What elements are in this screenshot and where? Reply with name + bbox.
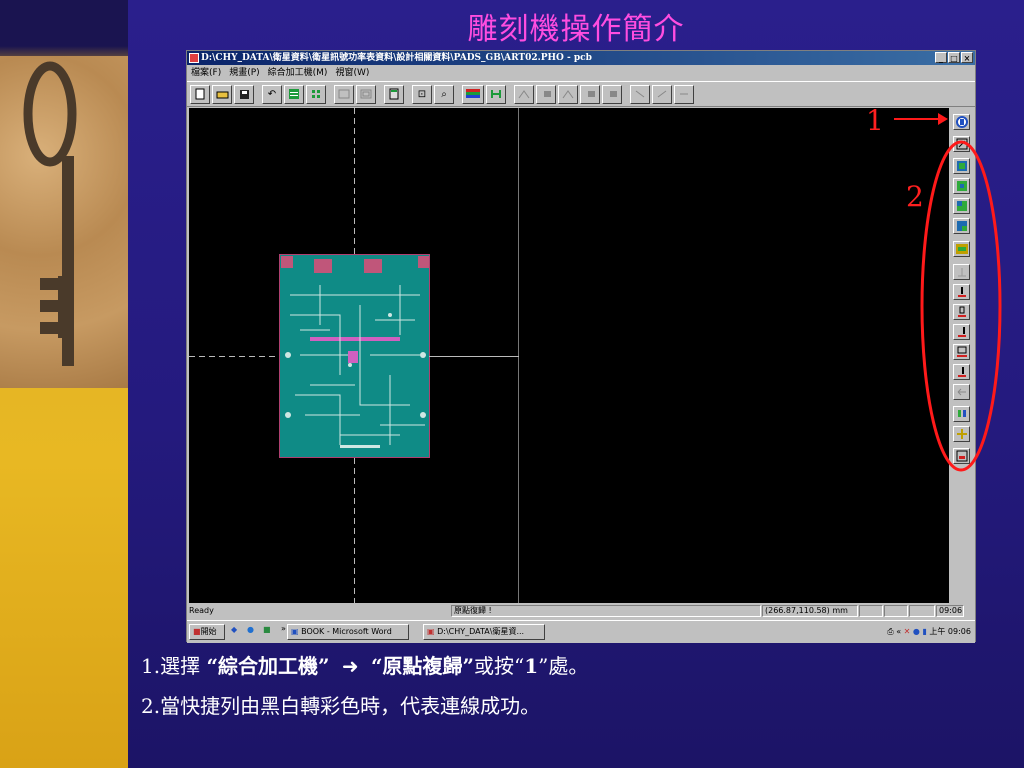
tool-a-icon[interactable]: [514, 84, 534, 104]
status-empty-2: [884, 605, 908, 617]
status-empty-3: [909, 605, 935, 617]
quicklaunch-icon-2[interactable]: ●: [247, 625, 254, 634]
caption-line-2: 2.當快捷列由黑白轉彩色時，代表連線成功。: [141, 694, 541, 718]
tool-f-icon[interactable]: [630, 84, 650, 104]
menu-file[interactable]: 檔案(F): [191, 66, 221, 80]
status-message: 原點復歸 !: [451, 605, 761, 617]
volume-icon[interactable]: ▮: [922, 627, 926, 636]
menu-plan[interactable]: 規畫(P): [229, 66, 259, 80]
clock: 上午 09:06: [929, 627, 971, 636]
status-time: 09:06: [936, 605, 964, 617]
main-toolbar: ↶ ⊡ ⌕: [187, 81, 975, 107]
taskbar: ■開始 ◆ ● ■ » ▣ BOOK - Microsoft Word ▣ D:…: [187, 620, 975, 643]
layers-icon[interactable]: [284, 84, 304, 104]
slide-title: 雕刻機操作簡介: [467, 12, 685, 47]
task-word-label: BOOK - Microsoft Word: [301, 627, 392, 636]
frame-icon[interactable]: [334, 84, 354, 104]
start-label: 開始: [200, 627, 217, 636]
measure-icon[interactable]: [486, 84, 506, 104]
caption-term-2: “原點複歸”: [370, 654, 474, 678]
marker-1-arrow: [894, 113, 948, 125]
tool-e-icon[interactable]: [602, 84, 622, 104]
key-photo: [0, 56, 128, 388]
calculator-icon[interactable]: [384, 84, 404, 104]
caption-key: 1: [524, 654, 539, 678]
grid-icon[interactable]: [306, 84, 326, 104]
open-folder-icon[interactable]: [212, 84, 232, 104]
security-icon[interactable]: ●: [913, 627, 920, 636]
quicklaunch-icon-3[interactable]: ■: [263, 625, 271, 634]
window-titlebar: D:\CHY_DATA\衛星資料\衛星訊號功率表資料\設計相關資料\PADS_G…: [187, 51, 975, 65]
system-tray: ⎙ « ✕ ● ▮ 上午 09:06: [887, 624, 971, 640]
caption-arrow: ➜: [341, 654, 359, 678]
menu-window[interactable]: 視窗(W): [335, 66, 369, 80]
app-icon: [189, 53, 199, 63]
undo-icon[interactable]: ↶: [262, 84, 282, 104]
zoom-area-icon[interactable]: ⊡: [412, 84, 432, 104]
pcb-board[interactable]: [279, 254, 430, 458]
caption-middle: 或按“: [473, 654, 525, 678]
minimize-button[interactable]: _: [935, 52, 947, 63]
tool-b-icon[interactable]: [536, 84, 556, 104]
quick-toolbar-highlight-ring: [920, 140, 1002, 472]
save-icon[interactable]: [234, 84, 254, 104]
caption-line-1: 1.選擇 “綜合加工機” ➜ “原點複歸”或按“1”處。: [141, 650, 588, 679]
task-pcb-label: D:\CHY_DATA\衛星資...: [437, 627, 525, 636]
frame-inner-icon[interactable]: [356, 84, 376, 104]
start-button[interactable]: ■開始: [189, 624, 225, 640]
menu-bar: 檔案(F) 規畫(P) 綜合加工機(M) 視窗(W): [187, 66, 975, 80]
taskbar-chevron[interactable]: »: [281, 624, 286, 633]
tool-c-icon[interactable]: [558, 84, 578, 104]
task-pcb[interactable]: ▣ D:\CHY_DATA\衛星資...: [423, 624, 545, 640]
task-word[interactable]: ▣ BOOK - Microsoft Word: [287, 624, 409, 640]
caption-term-1: “綜合加工機”: [206, 654, 330, 678]
app-window: D:\CHY_DATA\衛星資料\衛星訊號功率表資料\設計相關資料\PADS_G…: [186, 50, 976, 643]
tool-d-icon[interactable]: [580, 84, 600, 104]
marker-1: 1: [866, 104, 884, 137]
status-empty-1: [859, 605, 883, 617]
status-coordinates: (266.87,110.58) mm: [762, 605, 858, 617]
quicklaunch-icon-1[interactable]: ◆: [231, 625, 237, 634]
pcb-canvas[interactable]: [189, 108, 949, 603]
new-file-icon[interactable]: [190, 84, 210, 104]
caption-suffix: ”處。: [538, 654, 589, 678]
maximize-button[interactable]: □: [948, 52, 960, 63]
status-ready: Ready: [189, 606, 214, 615]
network-icon[interactable]: ✕: [904, 627, 911, 636]
close-button[interactable]: ×: [961, 52, 973, 63]
caption-prefix: 1.選擇: [141, 654, 201, 678]
layer-color-icon[interactable]: [462, 84, 484, 104]
tool-h-icon[interactable]: [674, 84, 694, 104]
printer-icon[interactable]: ⎙: [887, 627, 893, 636]
crosshair-horizontal-right: [429, 356, 519, 357]
status-bar: Ready 原點復歸 ! (266.87,110.58) mm 09:06: [187, 604, 975, 618]
window-title: D:\CHY_DATA\衛星資料\衛星訊號功率表資料\設計相關資料\PADS_G…: [201, 53, 592, 63]
tool-g-icon[interactable]: [652, 84, 672, 104]
zoom-icon[interactable]: ⌕: [434, 84, 454, 104]
home-origin-button[interactable]: [953, 114, 970, 130]
menu-machine[interactable]: 綜合加工機(M): [268, 66, 328, 80]
tray-chevron[interactable]: «: [896, 627, 901, 636]
